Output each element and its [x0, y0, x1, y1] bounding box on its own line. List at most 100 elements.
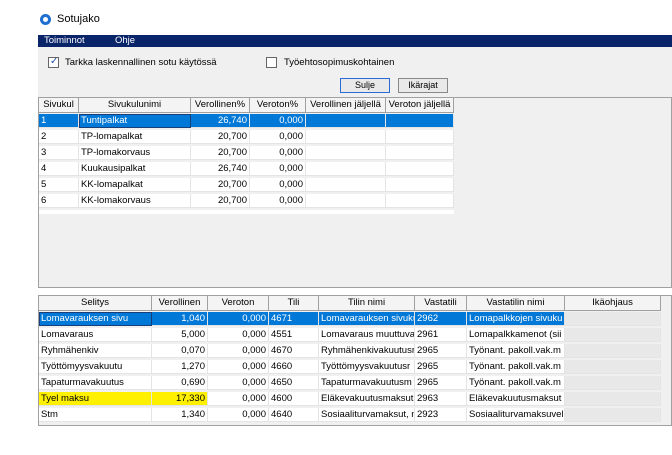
options-panel: Tarkka laskennallinen sotu käytössä Työe… [38, 47, 672, 97]
col-header[interactable]: Vastatilin nimi [467, 296, 565, 311]
cell-counter-account-name: Eläkevakuutusmaksut [467, 392, 565, 406]
cell-age-control[interactable] [565, 408, 661, 422]
cell-age-control[interactable] [565, 376, 661, 390]
cell-taxfree: 0,000 [208, 328, 269, 342]
menu-toiminnot[interactable]: Toiminnot [44, 35, 85, 47]
cell-age-control[interactable] [565, 392, 661, 406]
precise-calc-checkbox[interactable] [48, 56, 59, 68]
cell-counter-account: 2963 [415, 392, 467, 406]
cell-account: 4600 [269, 392, 319, 406]
cell-taxable-pct: 26,740 [191, 114, 250, 128]
cell-taxfree-remaining [386, 114, 454, 128]
cell-taxable: 1,040 [152, 312, 208, 326]
cell-account-name: Lomavaraus muuttuva [319, 328, 415, 342]
cell-division-name: Tuntipalkat [79, 114, 191, 128]
cell-counter-account: 2965 [415, 360, 467, 374]
menu-bar: Toiminnot Ohje [38, 35, 672, 47]
cell-description: Lomavarauksen sivu [39, 312, 152, 326]
cell-division-no: 4 [39, 162, 79, 176]
cell-division-no: 1 [39, 114, 79, 128]
cell-taxfree-remaining [386, 162, 454, 176]
close-button[interactable]: Sulje [340, 78, 390, 93]
cell-counter-account-name: Työnant. pakoll.vak.m [467, 344, 565, 358]
cell-division-name: TP-lomakorvaus [79, 146, 191, 160]
menu-ohje[interactable]: Ohje [115, 35, 135, 47]
col-header[interactable]: Verollinen jäljellä [306, 98, 386, 113]
col-header[interactable]: Veroton [208, 296, 269, 311]
precise-calc-label: Tarkka laskennallinen sotu käytössä [65, 57, 217, 68]
cell-taxable-pct: 20,700 [191, 194, 250, 208]
cell-account-name: Työttömyysvakuutusr [319, 360, 415, 374]
cell-division-name: KK-lomapalkat [79, 178, 191, 192]
col-header[interactable]: Sivukul [39, 98, 79, 113]
cell-taxable: 1,340 [152, 408, 208, 422]
cell-taxable: 0,070 [152, 344, 208, 358]
cell-counter-account: 2965 [415, 376, 467, 390]
col-header[interactable]: Tilin nimi [319, 296, 415, 311]
cell-taxable-remaining [306, 130, 386, 144]
cell-account: 4551 [269, 328, 319, 342]
cell-taxfree-pct: 0,000 [250, 114, 306, 128]
col-header[interactable]: Ikäohjaus [565, 296, 661, 311]
cell-age-control[interactable] [565, 360, 661, 374]
cell-taxable: 17,330 [152, 392, 208, 406]
cell-age-control[interactable] [565, 312, 661, 326]
cell-account: 4640 [269, 408, 319, 422]
col-header[interactable]: Vastatili [415, 296, 467, 311]
cell-age-control[interactable] [565, 344, 661, 358]
cell-description: Lomavaraus [39, 328, 152, 342]
collective-agreement-label: Työehtosopimuskohtainen [284, 57, 395, 68]
col-header[interactable]: Verollinen% [191, 98, 250, 113]
cell-description: Tyel maksu [39, 392, 152, 406]
cell-description: Työttömyysvakuutu [39, 360, 152, 374]
app-icon [40, 14, 51, 25]
cell-taxable: 5,000 [152, 328, 208, 342]
cell-counter-account-name: Työnant. pakoll.vak.m [467, 376, 565, 390]
col-header[interactable]: Veroton% [250, 98, 306, 113]
cell-taxable: 0,690 [152, 376, 208, 390]
cell-account: 4670 [269, 344, 319, 358]
cell-division-no: 6 [39, 194, 79, 208]
cell-division-name: KK-lomakorvaus [79, 194, 191, 208]
cell-taxable-pct: 26,740 [191, 162, 250, 176]
title-bar: Sotujako [0, 0, 672, 34]
cell-account-name: Eläkevakuutusmaksut [319, 392, 415, 406]
cell-division-name: TP-lomapalkat [79, 130, 191, 144]
cell-taxable-remaining [306, 162, 386, 176]
cell-counter-account: 2962 [415, 312, 467, 326]
age-limits-button[interactable]: Ikärajat [398, 78, 448, 93]
cell-counter-account-name: Sosiaaliturvamaksuvelk [467, 408, 565, 422]
cell-taxfree: 0,000 [208, 376, 269, 390]
cell-description: Stm [39, 408, 152, 422]
cell-age-control[interactable] [565, 328, 661, 342]
collective-agreement-checkbox[interactable] [266, 57, 277, 68]
col-header[interactable]: Veroton jäljellä [386, 98, 454, 113]
cell-taxfree-pct: 0,000 [250, 130, 306, 144]
cell-taxfree-remaining [386, 146, 454, 160]
cell-taxable-remaining [306, 114, 386, 128]
col-header[interactable]: Sivukulunimi [79, 98, 191, 113]
cell-account-name: Tapaturmavakuutusm [319, 376, 415, 390]
cell-division-no: 2 [39, 130, 79, 144]
cell-taxfree: 0,000 [208, 360, 269, 374]
cell-taxfree: 0,000 [208, 312, 269, 326]
col-header[interactable]: Selitys [39, 296, 152, 311]
table-empty-row [39, 210, 454, 214]
cell-division-no: 3 [39, 146, 79, 160]
cell-taxable: 1,270 [152, 360, 208, 374]
cell-taxfree: 0,000 [208, 392, 269, 406]
col-header[interactable]: Verollinen [152, 296, 208, 311]
cell-account: 4650 [269, 376, 319, 390]
cell-taxfree-remaining [386, 130, 454, 144]
cell-account-name: Lomavarauksen sivuku [319, 312, 415, 326]
cell-taxfree-remaining [386, 194, 454, 208]
cell-counter-account: 2961 [415, 328, 467, 342]
cell-taxfree-remaining [386, 178, 454, 192]
accounts-table: Selitys Verollinen Veroton Tili Tilin ni… [38, 295, 672, 426]
cell-taxable-pct: 20,700 [191, 130, 250, 144]
cell-account-name: Sosiaaliturvamaksut, n [319, 408, 415, 422]
col-header[interactable]: Tili [269, 296, 319, 311]
cell-account-name: Ryhmähenkivakuutusr [319, 344, 415, 358]
cell-taxfree-pct: 0,000 [250, 162, 306, 176]
cell-description: Ryhmähenkiv [39, 344, 152, 358]
